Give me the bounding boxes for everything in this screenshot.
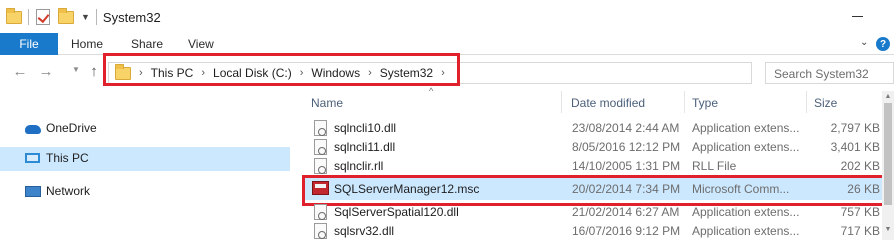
file-date-modified: 21/02/2014 6:27 AM (572, 205, 680, 219)
sidebar-item-onedrive[interactable]: OneDrive (0, 117, 290, 141)
dll-file-icon (314, 204, 327, 220)
column-divider[interactable] (806, 91, 807, 113)
file-name: sqlncli10.dll (334, 121, 397, 135)
minimize-button[interactable] (852, 16, 863, 17)
scrollbar-thumb[interactable] (884, 103, 892, 205)
dll-file-icon (314, 120, 327, 136)
toolbar-divider (28, 9, 29, 25)
file-date-modified: 8/05/2016 12:12 PM (572, 140, 681, 154)
file-size: 3,401 KB (830, 140, 880, 154)
network-icon (25, 186, 41, 197)
folder-icon[interactable] (6, 7, 22, 24)
dll-file-icon (314, 223, 327, 239)
sidebar-item-label: Network (46, 184, 91, 198)
toolbar-divider (95, 9, 97, 25)
ribbon-tabs: File Home Share View ⌄ ? (0, 33, 894, 55)
scroll-down-arrow-icon[interactable]: ▼ (882, 226, 894, 236)
tab-home[interactable]: Home (71, 33, 103, 55)
tab-file[interactable]: File (0, 33, 58, 55)
file-size: 2,797 KB (830, 121, 880, 135)
file-row[interactable]: sqlsrv32.dll 16/07/2016 9:12 PM Applicat… (304, 221, 884, 240)
tab-share[interactable]: Share (131, 33, 163, 55)
up-arrow-icon[interactable]: ↑ (86, 63, 102, 81)
column-header-type[interactable]: Type (692, 96, 718, 118)
file-row[interactable]: sqlnclir.rll 14/10/2005 1:31 PM RLL File… (304, 156, 884, 176)
properties-icon[interactable] (36, 9, 50, 25)
title-bar: ▼ System32 (0, 0, 894, 33)
column-header-date-modified[interactable]: Date modified (571, 96, 645, 118)
column-header-size[interactable]: Size (814, 96, 837, 118)
vertical-scrollbar[interactable]: ▲ ▼ (882, 91, 894, 240)
column-divider[interactable] (561, 91, 562, 113)
file-row[interactable]: sqlncli11.dll 8/05/2016 12:12 PM Applica… (304, 137, 884, 157)
window-title: System32 (102, 9, 161, 25)
file-size: 757 KB (840, 205, 880, 219)
sidebar-item-this-pc[interactable]: This PC (0, 147, 290, 171)
recent-locations-dropdown-icon[interactable]: ▼ (72, 65, 80, 74)
file-row[interactable]: SqlServerSpatial120.dll 21/02/2014 6:27 … (304, 202, 884, 222)
column-divider[interactable] (684, 91, 685, 113)
back-arrow-icon[interactable]: ← (12, 63, 28, 81)
customize-toolbar-dropdown-icon[interactable]: ▼ (81, 12, 90, 22)
file-row[interactable]: sqlncli10.dll 23/08/2014 2:44 AM Applica… (304, 118, 884, 138)
dll-file-icon (314, 139, 327, 155)
scroll-up-arrow-icon[interactable]: ▲ (882, 93, 894, 103)
sidebar-item-label: This PC (46, 151, 89, 165)
file-name: sqlncli11.dll (334, 140, 396, 154)
search-box[interactable]: Search System32 (765, 62, 894, 84)
forward-arrow-icon[interactable]: → (38, 63, 54, 81)
sort-ascending-icon: ^ (429, 86, 434, 96)
file-name: sqlnclir.rll (334, 159, 384, 173)
this-pc-icon (25, 153, 40, 163)
file-size: 202 KB (840, 159, 880, 173)
expand-ribbon-chevron-icon[interactable]: ⌄ (860, 37, 872, 51)
file-name: sqlsrv32.dll (334, 224, 395, 238)
column-header-name[interactable]: Name (311, 96, 343, 118)
file-date-modified: 23/08/2014 2:44 AM (572, 121, 680, 135)
rll-file-icon (314, 158, 327, 174)
new-folder-icon[interactable] (58, 7, 74, 24)
file-name: SqlServerSpatial120.dll (334, 205, 459, 219)
navigation-pane: OneDrive This PC Network (0, 91, 292, 240)
sidebar-item-label: OneDrive (46, 121, 97, 135)
sidebar-item-network[interactable]: Network (0, 180, 290, 204)
file-size: 717 KB (840, 224, 880, 238)
quick-access-toolbar: ▼ System32 (6, 7, 161, 27)
search-input[interactable]: Search System32 (774, 67, 869, 81)
file-date-modified: 14/10/2005 1:31 PM (572, 159, 681, 173)
onedrive-icon (25, 125, 41, 134)
help-icon[interactable]: ? (876, 37, 890, 51)
address-highlight-box (103, 53, 460, 86)
tab-view[interactable]: View (188, 33, 214, 55)
file-date-modified: 16/07/2016 9:12 PM (572, 224, 681, 238)
file-type: RLL File (692, 159, 737, 173)
